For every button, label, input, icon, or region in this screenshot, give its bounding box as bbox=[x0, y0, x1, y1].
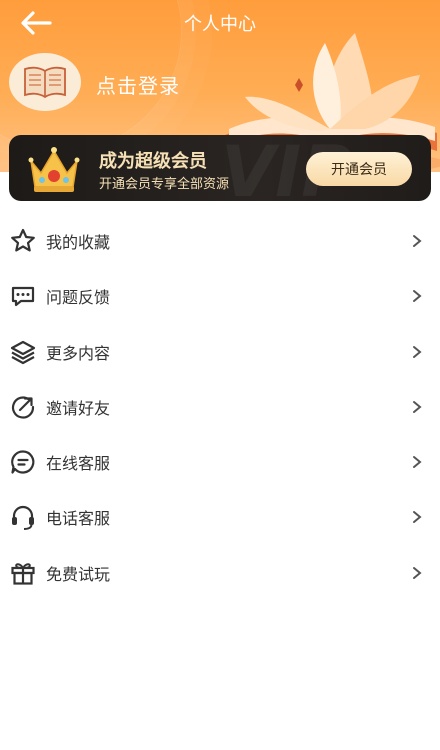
login-link[interactable]: 点击登录 bbox=[96, 70, 180, 99]
chevron-right-icon bbox=[413, 235, 422, 247]
menu-item-invite-friends[interactable]: 邀请好友 bbox=[0, 379, 440, 434]
vip-subtitle: 开通会员专享全部资源 bbox=[99, 177, 230, 192]
layers-icon bbox=[10, 340, 36, 364]
chevron-right-icon bbox=[413, 345, 422, 358]
menu-item-label: 更多内容 bbox=[46, 343, 111, 363]
book-icon bbox=[24, 66, 66, 98]
avatar[interactable] bbox=[9, 53, 81, 111]
menu-item-label: 问题反馈 bbox=[46, 288, 111, 308]
chevron-right-icon bbox=[413, 400, 422, 413]
menu-item-label: 我的收藏 bbox=[46, 233, 111, 252]
menu-item-online-service[interactable]: 在线客服 bbox=[0, 434, 440, 489]
crown-icon bbox=[28, 147, 80, 192]
vip-title: 成为超级会员 bbox=[99, 151, 207, 172]
menu-item-label: 免费试玩 bbox=[46, 564, 111, 584]
menu-item-more-content[interactable]: 更多内容 bbox=[0, 324, 440, 379]
menu-item-label: 在线客服 bbox=[46, 454, 111, 474]
chevron-right-icon bbox=[413, 511, 422, 524]
menu-item-label: 邀请好友 bbox=[46, 398, 111, 418]
menu-item-favorites[interactable]: 我的收藏 bbox=[0, 213, 440, 268]
share-arrow-icon bbox=[11, 396, 35, 419]
chevron-right-icon bbox=[413, 566, 422, 579]
headset-icon bbox=[12, 506, 34, 531]
chat-bubble-icon bbox=[11, 287, 35, 307]
chevron-right-icon bbox=[413, 456, 422, 469]
gift-icon bbox=[11, 563, 35, 585]
star-icon bbox=[11, 228, 35, 252]
message-icon bbox=[11, 450, 35, 474]
chevron-right-icon bbox=[413, 290, 422, 303]
menu-list: 我的收藏 问题反馈 更多内容 邀请好友 在线客服 电话客服 免费试玩 bbox=[0, 213, 440, 600]
menu-item-feedback[interactable]: 问题反馈 bbox=[0, 268, 440, 323]
open-vip-button[interactable]: 开通会员 bbox=[306, 152, 412, 186]
menu-item-phone-service[interactable]: 电话客服 bbox=[0, 489, 440, 544]
menu-item-free-trial[interactable]: 免费试玩 bbox=[0, 545, 440, 600]
menu-item-label: 电话客服 bbox=[46, 509, 111, 529]
vip-banner[interactable]: VIP 成为超级会员 开通会员专享全部资源 开通会员 bbox=[9, 135, 431, 201]
